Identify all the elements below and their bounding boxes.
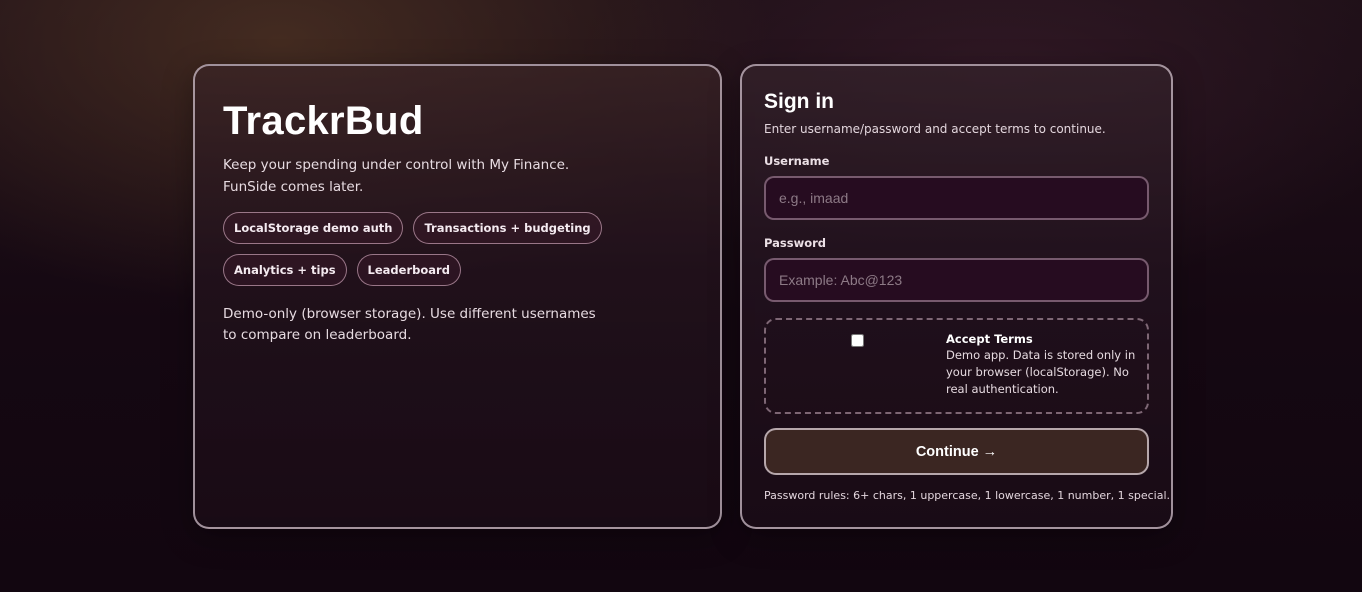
feature-chips: LocalStorage demo auth Transactions + bu… (223, 212, 683, 286)
brand-title: TrackrBud (223, 99, 424, 143)
continue-button[interactable]: Continue → (764, 428, 1149, 475)
feature-chip-localstorage: LocalStorage demo auth (223, 212, 404, 244)
username-input[interactable] (764, 176, 1149, 220)
tagline-line-2: FunSide comes later. (223, 179, 364, 195)
terms-title: Accept Terms (946, 332, 1033, 346)
password-rules: Password rules: 6+ chars, 1 uppercase, 1… (764, 489, 1171, 502)
accept-terms-checkbox[interactable] (851, 334, 864, 347)
password-input[interactable] (764, 258, 1149, 302)
terms-description: Demo app. Data is stored only in your br… (946, 348, 1136, 396)
password-label: Password (764, 236, 826, 250)
signin-title: Sign in (764, 90, 834, 113)
intro-panel: TrackrBud Keep your spending under contr… (193, 64, 722, 529)
brand-tagline: Keep your spending under control with My… (223, 154, 692, 198)
feature-chip-analytics: Analytics + tips (223, 254, 347, 286)
feature-chip-transactions: Transactions + budgeting (413, 212, 602, 244)
demo-note: Demo-only (browser storage). Use differe… (223, 306, 596, 343)
tagline-line-1: Keep your spending under control with My… (223, 157, 570, 173)
terms-text: Accept Terms Demo app. Data is stored on… (946, 332, 1136, 398)
signin-subtitle: Enter username/password and accept terms… (764, 122, 1106, 136)
feature-chip-leaderboard: Leaderboard (356, 254, 461, 286)
terms-box: Accept Terms Demo app. Data is stored on… (764, 318, 1149, 414)
signin-panel: Sign in Enter username/password and acce… (740, 64, 1173, 529)
username-label: Username (764, 154, 830, 168)
